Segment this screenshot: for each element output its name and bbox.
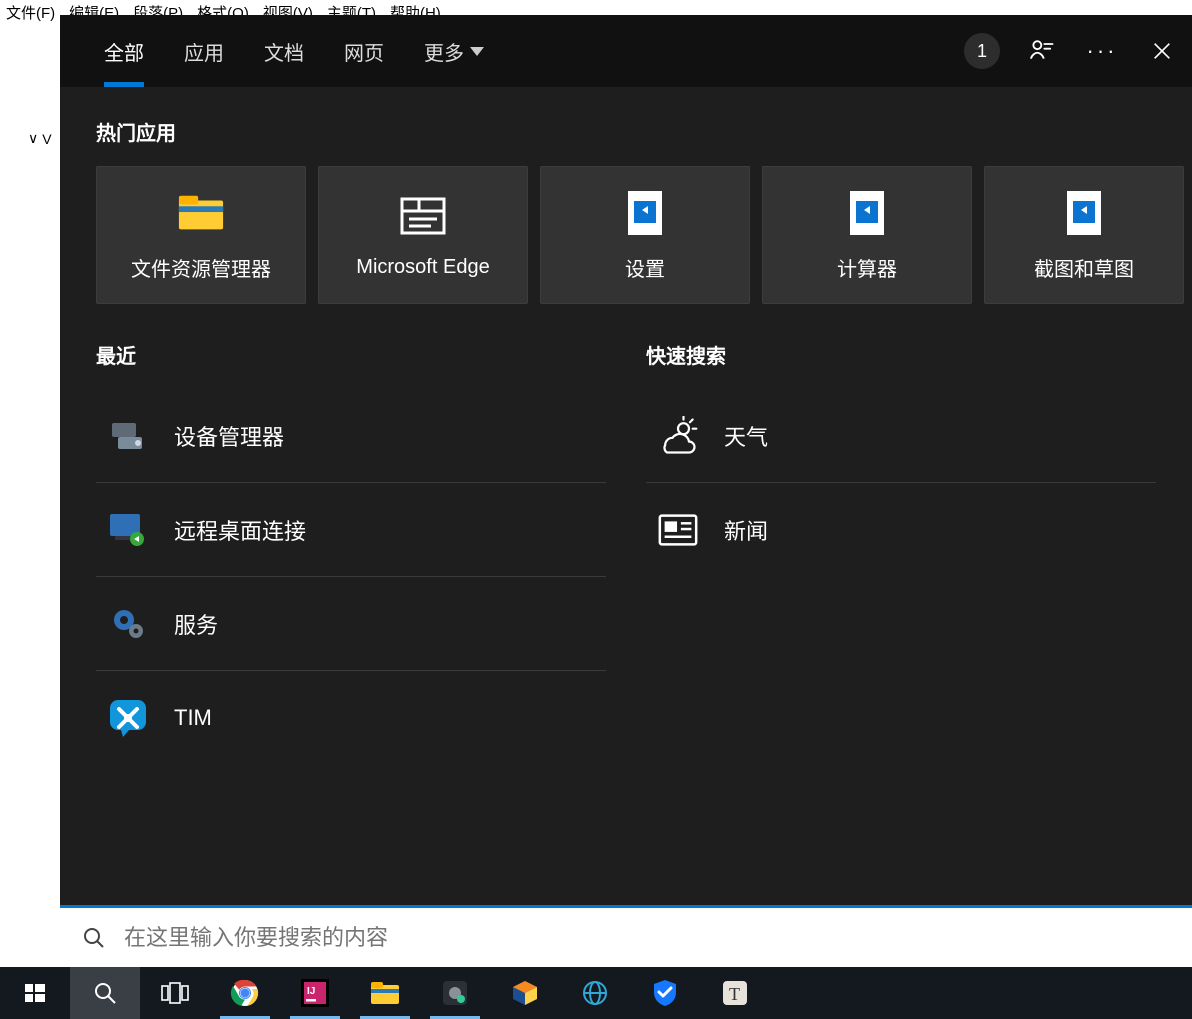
news-icon	[656, 508, 700, 552]
remote-desktop-icon	[106, 508, 150, 552]
darkcube-icon	[441, 979, 469, 1007]
file-explorer-icon	[370, 980, 400, 1006]
intellij-icon: IJ	[301, 979, 329, 1007]
ellipsis-icon: ···	[1087, 38, 1118, 64]
globe-icon	[581, 979, 609, 1007]
item-label: TIM	[174, 705, 212, 731]
search-bar[interactable]	[60, 905, 1192, 967]
quick-search-title: 快速搜索	[646, 340, 1156, 369]
quick-column: 快速搜索 天气	[646, 340, 1156, 765]
tencent-guard-button[interactable]	[630, 967, 700, 1019]
virtualbox-button[interactable]	[490, 967, 560, 1019]
top-apps-title: 热门应用	[96, 117, 1156, 146]
app-dark-button[interactable]	[420, 967, 490, 1019]
edge-icon	[399, 192, 447, 240]
recent-column: 最近 设备管理器	[96, 340, 606, 765]
menu-file[interactable]: 文件(F)	[6, 2, 55, 23]
feedback-button[interactable]	[1012, 15, 1072, 87]
top-tile-calculator[interactable]: 计算器	[762, 166, 972, 304]
tab-all[interactable]: 全部	[84, 15, 164, 87]
weather-icon	[656, 414, 700, 458]
taskview-button[interactable]	[140, 967, 210, 1019]
feedback-icon	[1028, 37, 1056, 65]
item-label: 天气	[724, 420, 768, 452]
tab-docs[interactable]: 文档	[244, 15, 324, 87]
shield-icon	[651, 978, 679, 1008]
close-icon	[1151, 40, 1173, 62]
chrome-icon	[230, 978, 260, 1008]
calculator-icon	[843, 189, 891, 237]
item-label: 服务	[174, 608, 218, 640]
top-tile-edge[interactable]: Microsoft Edge	[318, 166, 528, 304]
item-label: 远程桌面连接	[174, 514, 306, 546]
top-tile-settings[interactable]: 设置	[540, 166, 750, 304]
taskbar: IJ	[0, 967, 1192, 1019]
top-tile-file-explorer[interactable]: 文件资源管理器	[96, 166, 306, 304]
recent-title: 最近	[96, 340, 606, 369]
tab-web[interactable]: 网页	[324, 15, 404, 87]
tab-more-label: 更多	[424, 37, 464, 66]
virtualbox-icon	[510, 979, 540, 1007]
recent-item-services[interactable]: 服务	[96, 577, 606, 671]
item-label: 设备管理器	[174, 420, 284, 452]
recent-item-remote-desktop[interactable]: 远程桌面连接	[96, 483, 606, 577]
search-icon	[93, 981, 117, 1005]
tile-label: Microsoft Edge	[356, 256, 489, 279]
file-explorer-icon	[177, 189, 225, 237]
background-tree-label: V	[42, 131, 51, 147]
chrome-button[interactable]	[210, 967, 280, 1019]
start-button[interactable]	[0, 967, 70, 1019]
typora-icon: T	[721, 979, 749, 1007]
search-content: 热门应用 文件资源管理器	[60, 87, 1192, 905]
svg-text:T: T	[729, 984, 740, 1004]
device-manager-icon	[106, 414, 150, 458]
search-icon	[82, 926, 106, 950]
options-button[interactable]: ···	[1072, 15, 1132, 87]
settings-tile-icon	[621, 189, 669, 237]
quick-item-weather[interactable]: 天气	[646, 389, 1156, 483]
typora-button[interactable]: T	[700, 967, 770, 1019]
rewards-count: 1	[964, 33, 1000, 69]
tab-more[interactable]: 更多	[404, 15, 504, 87]
recent-item-tim[interactable]: TIM	[96, 671, 606, 765]
quick-item-news[interactable]: 新闻	[646, 483, 1156, 577]
tile-label: 设置	[625, 253, 665, 282]
file-explorer-button[interactable]	[350, 967, 420, 1019]
services-icon	[106, 602, 150, 646]
search-tabs: 全部 应用 文档 网页 更多 1 ···	[60, 15, 1192, 87]
tile-label: 计算器	[837, 253, 897, 282]
chevron-down-icon	[470, 47, 484, 56]
tile-label: 截图和草图	[1034, 253, 1134, 282]
intellij-button[interactable]: IJ	[280, 967, 350, 1019]
search-input[interactable]	[124, 925, 1170, 951]
item-label: 新闻	[724, 514, 768, 546]
tim-icon	[106, 696, 150, 740]
tab-apps[interactable]: 应用	[164, 15, 244, 87]
close-button[interactable]	[1132, 15, 1192, 87]
snip-icon	[1060, 189, 1108, 237]
top-apps-grid: 文件资源管理器 Microsoft Edge	[96, 166, 1156, 304]
rewards-badge[interactable]: 1	[952, 15, 1012, 87]
background-tree-item[interactable]: ∨ V	[28, 130, 52, 147]
windows-search-overlay: 全部 应用 文档 网页 更多 1 ···	[60, 15, 1192, 967]
tile-label: 文件资源管理器	[131, 253, 271, 282]
svg-text:IJ: IJ	[307, 986, 315, 997]
browser-globe-button[interactable]	[560, 967, 630, 1019]
search-button[interactable]	[70, 967, 140, 1019]
recent-item-device-manager[interactable]: 设备管理器	[96, 389, 606, 483]
top-tile-snip[interactable]: 截图和草图	[984, 166, 1184, 304]
windows-icon	[23, 981, 47, 1005]
taskview-icon	[161, 982, 189, 1004]
chevron-down-icon: ∨	[28, 130, 38, 147]
